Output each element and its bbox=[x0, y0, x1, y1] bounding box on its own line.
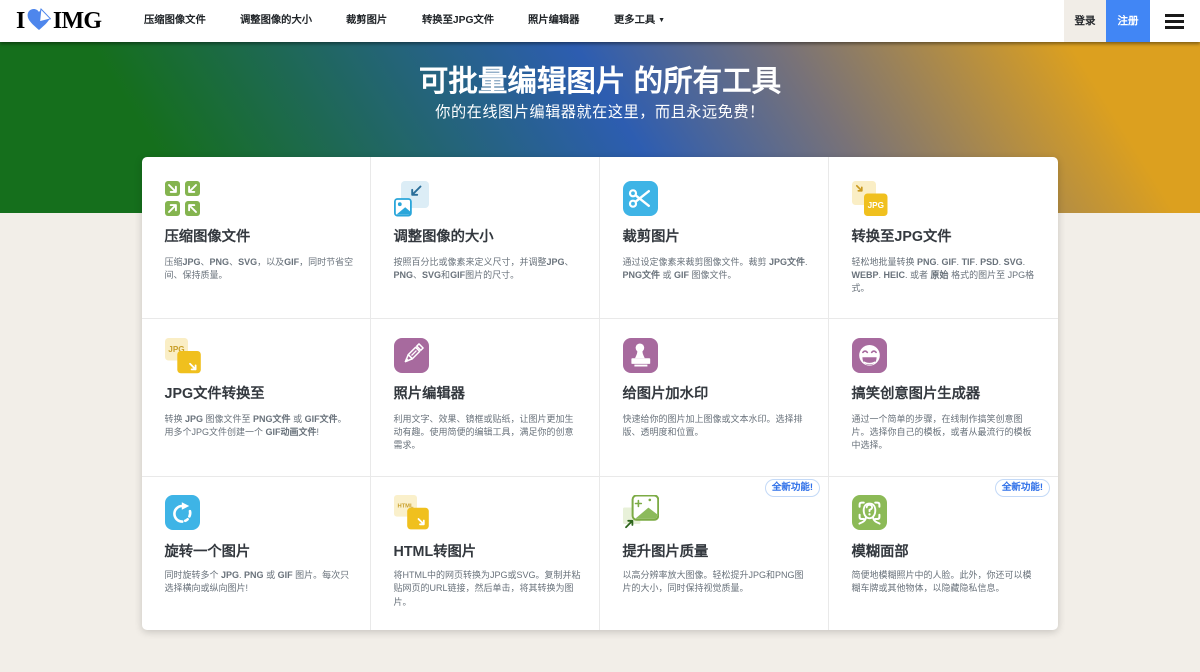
svg-text:JPG: JPG bbox=[867, 201, 883, 210]
